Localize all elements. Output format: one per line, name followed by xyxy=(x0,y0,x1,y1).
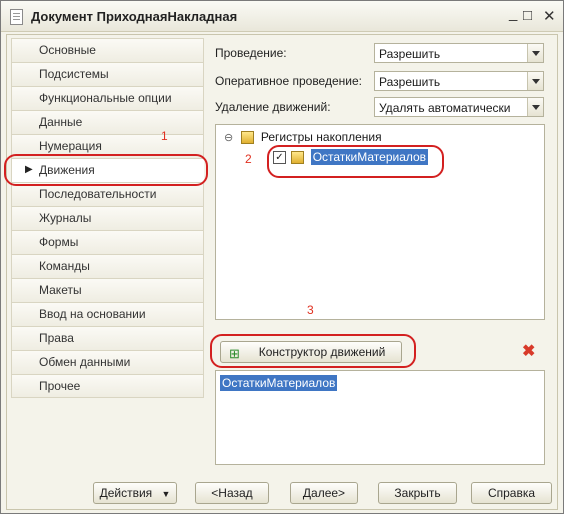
sidebar-item[interactable]: Права xyxy=(11,326,204,350)
annotation-2: 2 xyxy=(245,152,252,166)
posting-select[interactable]: Разрешить xyxy=(374,43,544,63)
next-button[interactable]: Далее> xyxy=(290,482,358,504)
maximize-icon[interactable]: □ xyxy=(523,7,532,24)
actions-button[interactable]: Действия ▼ xyxy=(93,482,177,504)
help-button[interactable]: Справка xyxy=(471,482,552,504)
sidebar-item[interactable]: Данные xyxy=(11,110,204,134)
chevron-down-icon: ▼ xyxy=(161,489,171,499)
movements-list[interactable]: ОстаткиМатериалов xyxy=(215,370,545,465)
realtime-posting-value: Разрешить xyxy=(379,75,441,89)
annotation-1: 1 xyxy=(161,129,168,143)
sidebar-item-label: Ввод на основании xyxy=(39,307,146,321)
sidebar-item-label: Основные xyxy=(39,43,96,57)
sidebar-item-label: Команды xyxy=(39,259,90,273)
sidebar-item-label: Журналы xyxy=(39,211,92,225)
actions-label: Действия xyxy=(99,486,153,500)
sidebar-item-label: Формы xyxy=(39,235,79,249)
back-button[interactable]: <Назад xyxy=(195,482,269,504)
collapse-icon[interactable]: ⊖ xyxy=(224,132,233,144)
sidebar-item[interactable]: Обмен данными xyxy=(11,350,204,374)
close-button[interactable]: Закрыть xyxy=(378,482,457,504)
highlight-oval-register xyxy=(267,145,444,178)
sidebar-item-label: Права xyxy=(39,331,74,345)
sidebar-item-label: Обмен данными xyxy=(39,355,131,369)
sidebar-item[interactable]: Основные xyxy=(11,38,204,62)
document-icon xyxy=(10,9,23,25)
sidebar-item[interactable]: Подсистемы xyxy=(11,62,204,86)
sidebar-item[interactable]: Функциональные опции xyxy=(11,86,204,110)
close-icon[interactable]: ✕ xyxy=(543,7,556,25)
minimize-icon[interactable]: _ xyxy=(509,5,517,22)
tree-group-label: Регистры накопления xyxy=(260,130,382,144)
posting-label: Проведение: xyxy=(215,46,287,60)
annotation-3: 3 xyxy=(307,303,314,317)
sidebar-item-label: Макеты xyxy=(39,283,82,297)
sidebar-item-label: Прочее xyxy=(39,379,81,393)
list-item[interactable]: ОстаткиМатериалов xyxy=(220,375,338,391)
sidebar-item-label: Последовательности xyxy=(39,187,157,201)
chevron-down-icon[interactable] xyxy=(527,72,543,90)
sidebar-item[interactable]: Формы xyxy=(11,230,204,254)
sidebar-item-label: Подсистемы xyxy=(39,67,109,81)
sidebar-item[interactable]: Макеты xyxy=(11,278,204,302)
sidebar-item[interactable]: Ввод на основании xyxy=(11,302,204,326)
sidebar-item-label: Нумерация xyxy=(39,139,102,153)
window-title: Документ ПриходнаяНакладная xyxy=(31,9,238,24)
realtime-posting-label: Оперативное проведение: xyxy=(215,74,362,88)
delete-movements-label: Удаление движений: xyxy=(215,100,331,114)
sidebar-item-label: Функциональные опции xyxy=(39,91,172,105)
register-group-icon xyxy=(240,131,254,145)
movements-panel: Проведение: Разрешить Оперативное провед… xyxy=(206,36,551,471)
realtime-posting-select[interactable]: Разрешить xyxy=(374,71,544,91)
sidebar-item[interactable]: Команды xyxy=(11,254,204,278)
posting-value: Разрешить xyxy=(379,47,441,61)
highlight-oval-nav xyxy=(4,154,208,186)
highlight-oval-constructor xyxy=(210,334,416,368)
delete-movements-select[interactable]: Удалять автоматически xyxy=(374,97,544,117)
document-window: Документ ПриходнаяНакладная _ □ ✕ Основн… xyxy=(0,0,564,514)
chevron-down-icon[interactable] xyxy=(527,44,543,62)
sidebar-item[interactable]: Журналы xyxy=(11,206,204,230)
delete-movements-value: Удалять автоматически xyxy=(379,101,511,115)
sections-nav: Основные Подсистемы Функциональные опции Да… xyxy=(11,38,204,398)
tree-group-row[interactable]: ⊖ Регистры накопления xyxy=(224,130,382,145)
sidebar-item-label: Данные xyxy=(39,115,83,129)
chevron-down-icon[interactable] xyxy=(527,98,543,116)
delete-icon[interactable]: ✖ xyxy=(522,341,535,361)
title-bar: Документ ПриходнаяНакладная _ □ ✕ xyxy=(1,1,563,32)
sidebar-item[interactable]: Прочее xyxy=(11,374,204,398)
